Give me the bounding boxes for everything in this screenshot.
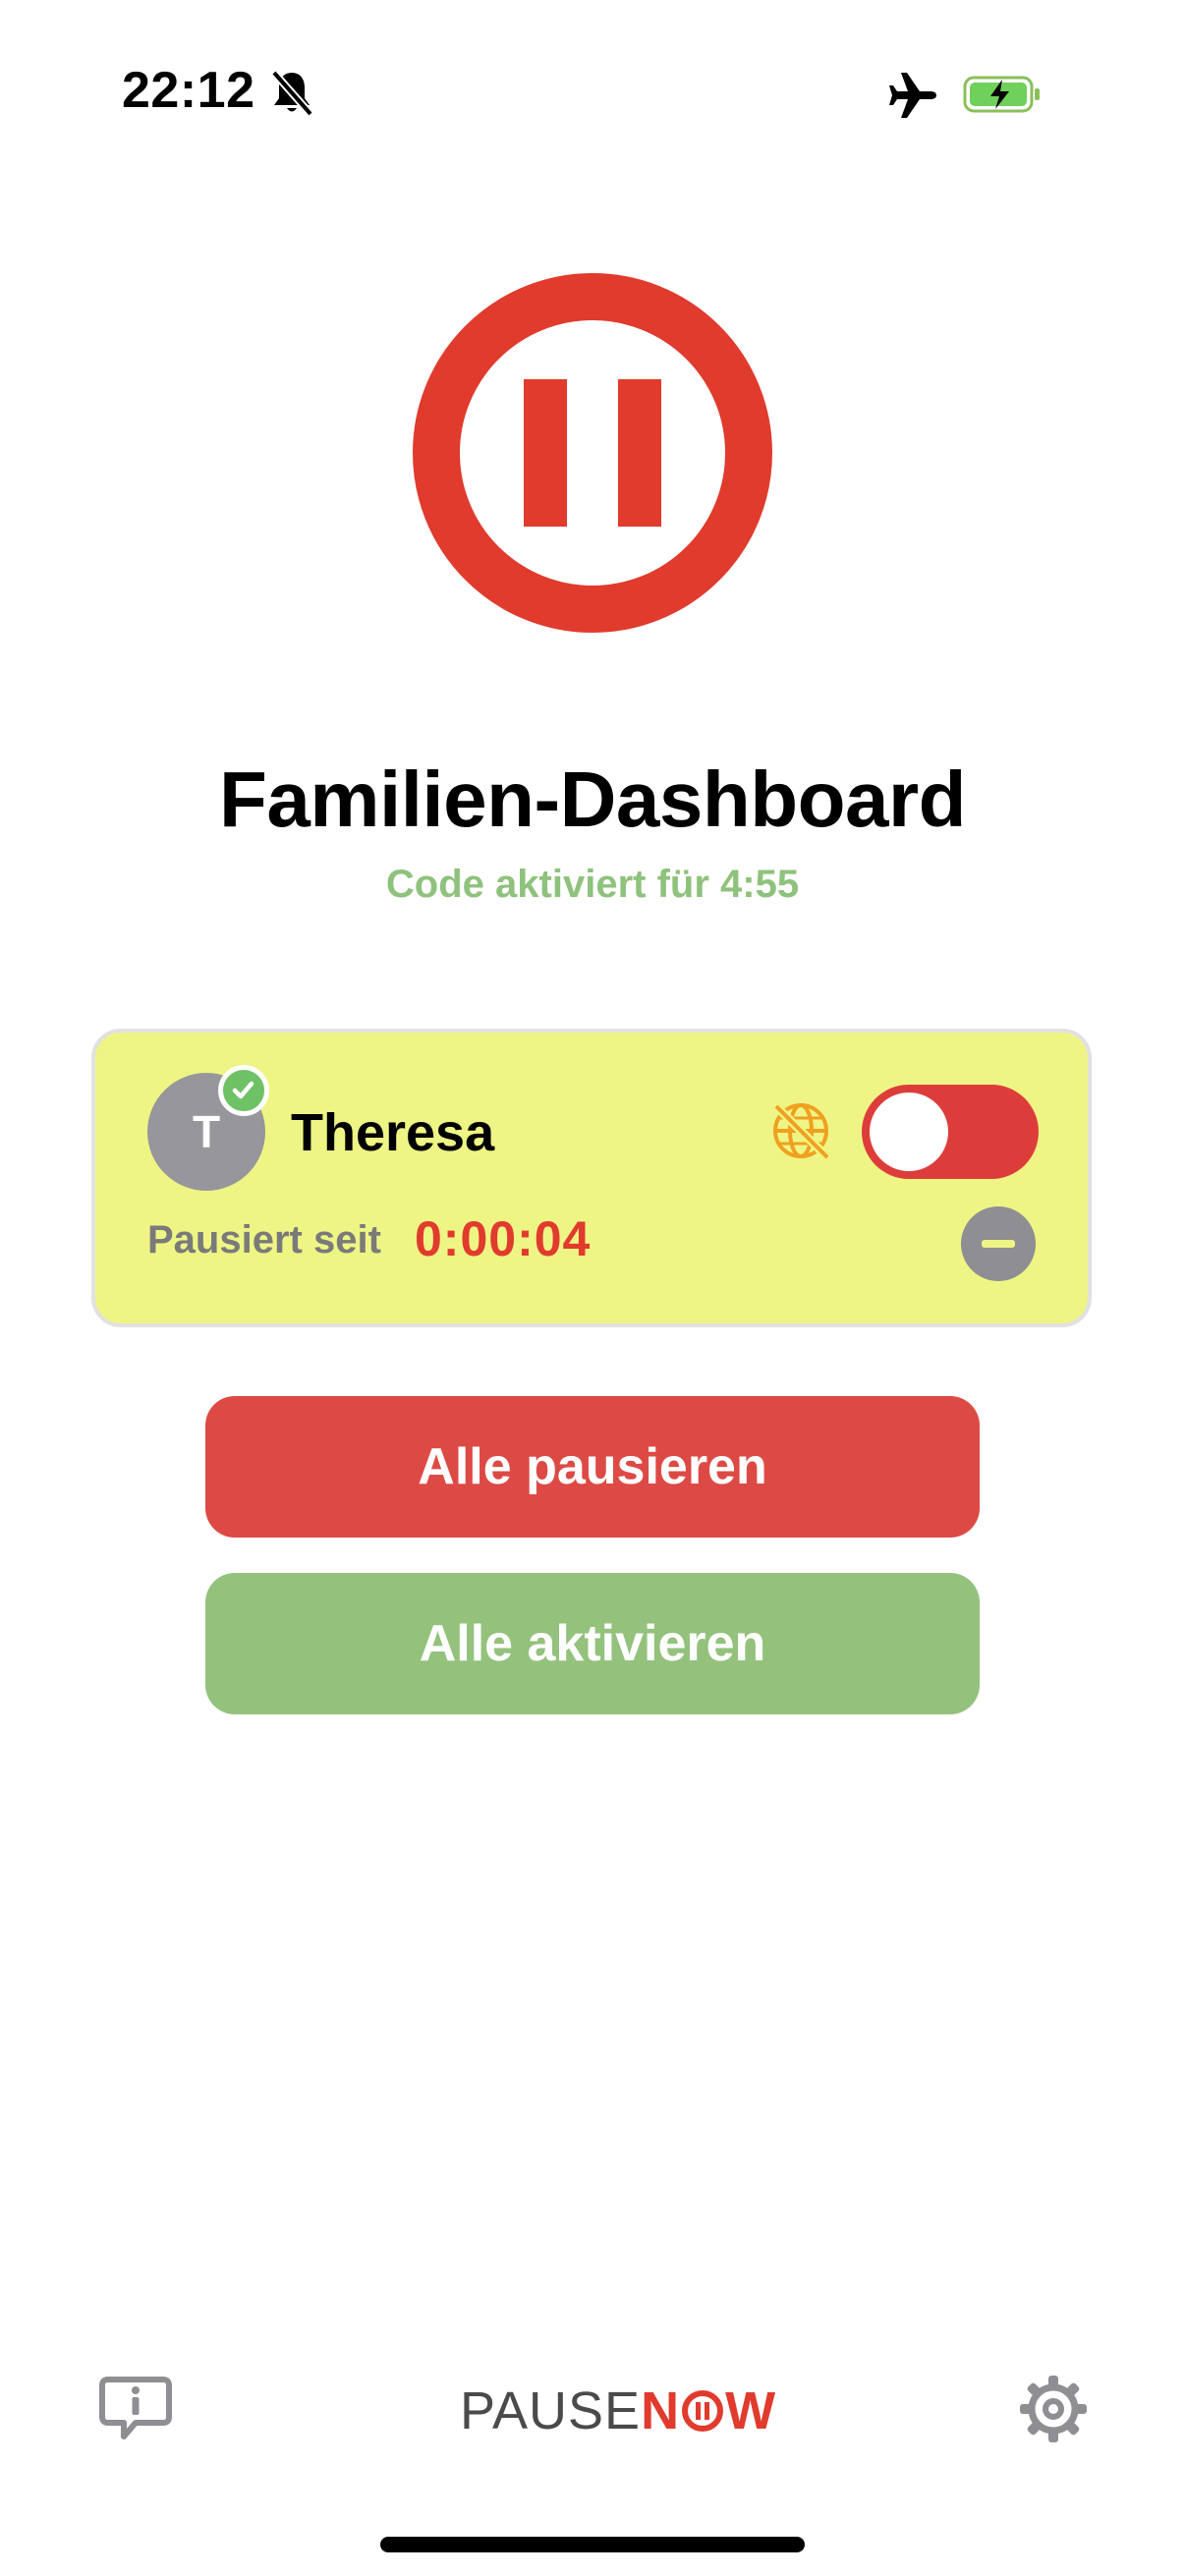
child-name: Theresa	[291, 1103, 495, 1162]
home-indicator	[380, 2537, 805, 2552]
checkmark-badge-icon	[218, 1065, 269, 1116]
page-title: Familien-Dashboard	[218, 756, 967, 843]
brand-logo: PAUSE N W	[460, 2380, 776, 2441]
gear-icon[interactable]	[1018, 2374, 1089, 2444]
pause-logo-icon	[413, 273, 772, 633]
bell-slash-icon	[270, 70, 314, 117]
paused-since-label: Pausiert seit	[147, 1218, 381, 1261]
brand-letter-n: N	[641, 2381, 681, 2440]
status-time: 22:12	[122, 62, 255, 119]
toggle-knob	[870, 1092, 948, 1171]
brand-letter-w: W	[725, 2381, 777, 2440]
minus-icon	[982, 1240, 1015, 1248]
brand-text-now: N W	[641, 2380, 776, 2441]
globe-off-icon[interactable]	[768, 1098, 833, 1163]
airplane-icon	[889, 73, 936, 118]
pause-all-button[interactable]: Alle pausieren	[205, 1396, 980, 1538]
remove-child-button[interactable]	[961, 1206, 1036, 1281]
info-bubble-icon[interactable]	[98, 2376, 173, 2444]
activate-all-button[interactable]: Alle aktivieren	[205, 1573, 980, 1714]
code-status-text: Code aktiviert für 4:55	[385, 863, 800, 906]
brand-pause-o-icon	[682, 2390, 724, 2432]
pause-toggle[interactable]	[862, 1085, 1039, 1179]
brand-text-pause: PAUSE	[460, 2381, 642, 2440]
battery-charging-icon	[963, 76, 1040, 113]
paused-timer: 0:00:04	[415, 1211, 592, 1266]
